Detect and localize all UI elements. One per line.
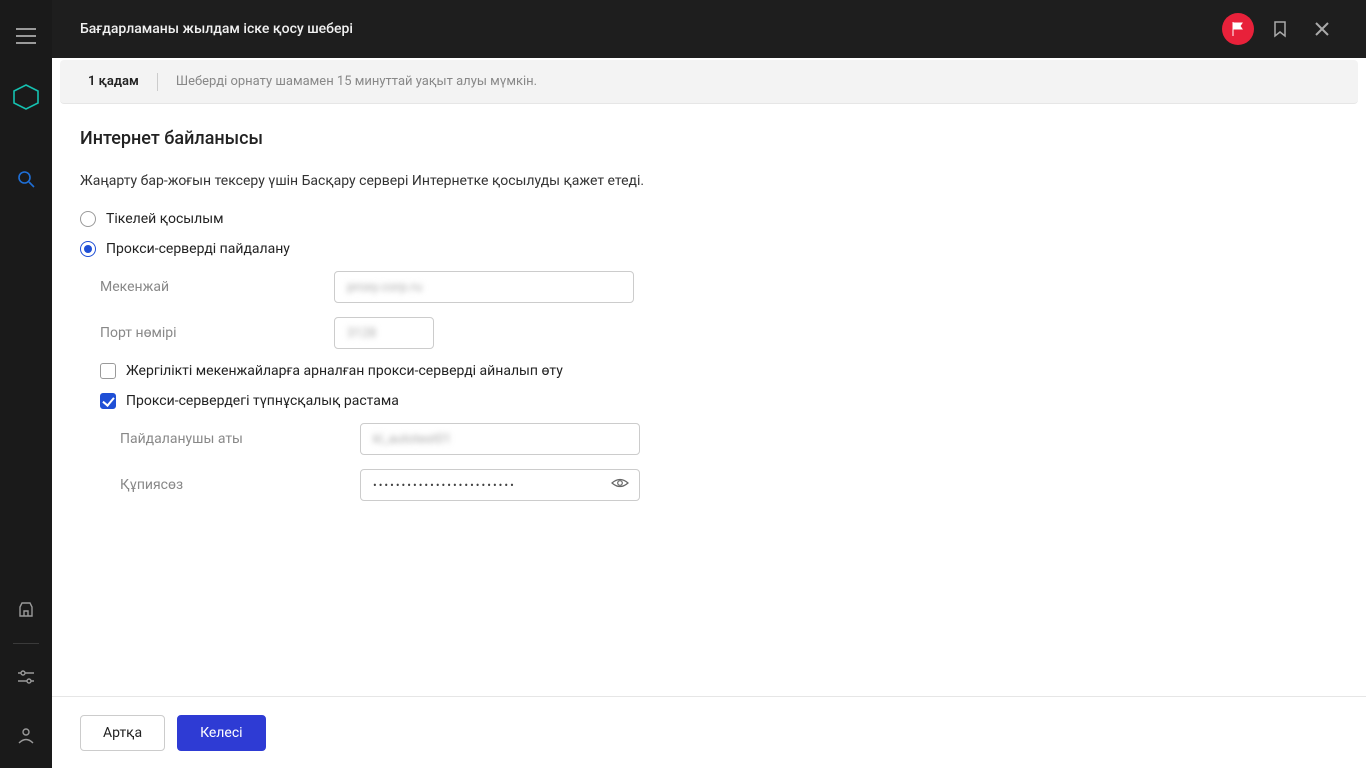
feedback-flag-button[interactable] [1222, 13, 1254, 45]
field-port: Порт нөмірі 3128 [80, 317, 1338, 349]
marketplace-icon[interactable] [17, 601, 35, 619]
toggle-password-visibility-icon[interactable] [611, 474, 629, 496]
account-icon[interactable] [17, 726, 35, 744]
address-input[interactable]: proxy.corp.ru [334, 271, 634, 303]
step-label: 1 қадам [88, 74, 139, 89]
settings-sliders-icon[interactable] [17, 668, 35, 686]
close-icon[interactable] [1306, 13, 1338, 45]
app-logo-icon [13, 84, 39, 110]
field-address: Мекенжай proxy.corp.ru [80, 271, 1338, 303]
step-bar: 1 қадам Шеберді орнату шамамен 15 минутт… [60, 60, 1358, 104]
hamburger-menu-icon[interactable] [16, 28, 36, 44]
section-intro: Жаңарту бар-жоғын тексеру үшін Басқару с… [80, 173, 1338, 189]
checkbox-label: Прокси-сервердегі түпнұсқалық растама [126, 393, 399, 409]
next-button[interactable]: Келесі [177, 715, 266, 751]
back-button[interactable]: Артқа [80, 715, 165, 751]
field-password: Құпиясөз ••••••••••••••••••••••••• [100, 469, 1338, 501]
radio-icon [80, 241, 96, 257]
modal-title: Бағдарламаны жылдам іске қосу шебері [80, 21, 1212, 37]
modal-header: Бағдарламаны жылдам іске қосу шебері [52, 0, 1366, 58]
port-input[interactable]: 3128 [334, 317, 434, 349]
wizard-footer: Артқа Келесі [52, 696, 1366, 768]
checkbox-icon [100, 363, 116, 379]
step-divider [157, 73, 158, 91]
radio-icon [80, 211, 96, 227]
radio-direct-connection[interactable]: Тікелей қосылым [80, 211, 1338, 227]
search-icon[interactable] [17, 170, 35, 188]
wizard-modal: Бағдарламаны жылдам іске қосу шебері 1 қ… [52, 0, 1366, 768]
radio-use-proxy[interactable]: Прокси-серверді пайдалану [80, 241, 1338, 257]
app-left-rail [0, 0, 52, 768]
bookmark-icon[interactable] [1264, 13, 1296, 45]
step-description: Шеберді орнату шамамен 15 минуттай уақыт… [176, 74, 537, 89]
password-label: Құпиясөз [120, 477, 360, 493]
field-username: Пайдаланушы аты kl_autotest01 [100, 423, 1338, 455]
radio-label: Прокси-серверді пайдалану [106, 241, 290, 257]
checkbox-label: Жергілікті мекенжайларға арналған прокси… [126, 363, 563, 379]
section-heading: Интернет байланысы [80, 128, 1338, 149]
rail-divider [13, 643, 39, 644]
checkbox-bypass-local[interactable]: Жергілікті мекенжайларға арналған прокси… [80, 363, 1338, 379]
username-input[interactable]: kl_autotest01 [360, 423, 640, 455]
password-input[interactable]: ••••••••••••••••••••••••• [360, 469, 640, 501]
auth-fields: Пайдаланушы аты kl_autotest01 Құпиясөз •… [80, 423, 1338, 501]
wizard-content: Интернет байланысы Жаңарту бар-жоғын тек… [52, 104, 1366, 696]
address-label: Мекенжай [100, 279, 334, 295]
username-label: Пайдаланушы аты [120, 431, 360, 447]
checkbox-proxy-auth[interactable]: Прокси-сервердегі түпнұсқалық растама [80, 393, 1338, 409]
checkbox-icon [100, 393, 116, 409]
port-label: Порт нөмірі [100, 325, 334, 341]
radio-label: Тікелей қосылым [106, 211, 224, 227]
